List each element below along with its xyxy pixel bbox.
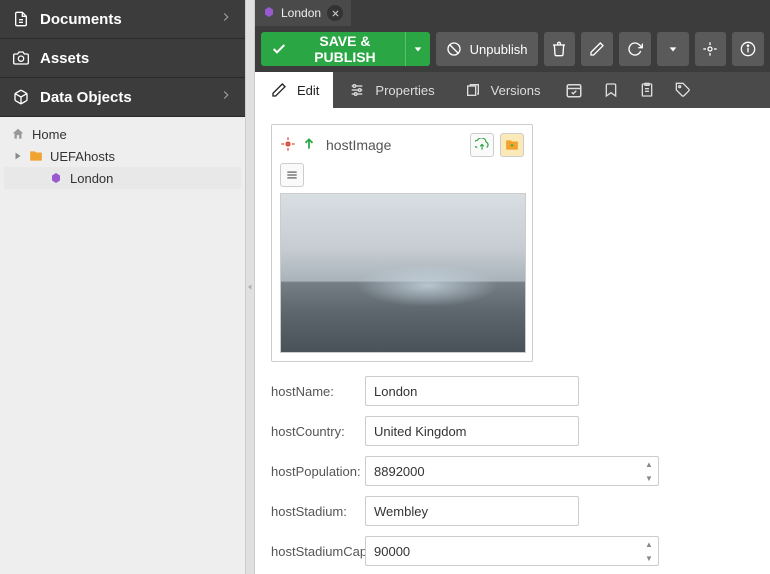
- save-publish-button[interactable]: SAVE & PUBLISH: [261, 32, 405, 66]
- image-menu-button[interactable]: [280, 163, 304, 187]
- subtab-tag[interactable]: [665, 72, 701, 108]
- spinner-down[interactable]: ▼: [640, 551, 658, 565]
- subtab-schedule[interactable]: [555, 72, 593, 108]
- field-label: hostPopulation:: [271, 464, 365, 479]
- tab-close-button[interactable]: [327, 5, 343, 21]
- toolbar: SAVE & PUBLISH Unpublish: [255, 26, 770, 72]
- home-icon: [10, 126, 26, 142]
- content-area: hostImage hostName: hostCount: [255, 108, 770, 574]
- subtab-label: Versions: [491, 83, 541, 98]
- main-area: London SAVE & PUBLISH Unpublish: [255, 0, 770, 574]
- tree-folder-uefahosts[interactable]: UEFAhosts: [4, 145, 241, 167]
- document-icon: [12, 10, 30, 28]
- tree-label: Home: [32, 127, 67, 142]
- camera-icon: [12, 49, 30, 67]
- image-preview[interactable]: [280, 193, 526, 353]
- nav-data-objects[interactable]: Data Objects: [0, 78, 245, 117]
- hostcountry-input[interactable]: [365, 416, 579, 446]
- field-label: hostName:: [271, 384, 365, 399]
- field-label: hostImage: [326, 137, 464, 153]
- info-button[interactable]: [732, 32, 764, 66]
- field-label: hostCountry:: [271, 424, 365, 439]
- reload-button[interactable]: [619, 32, 651, 66]
- subtab-label: Edit: [297, 83, 319, 98]
- sliders-icon: [347, 82, 367, 98]
- tree-item-london[interactable]: London: [4, 167, 241, 189]
- hoststadiumcap-input[interactable]: [365, 536, 659, 566]
- field-label: hostStadium:: [271, 504, 365, 519]
- hostpopulation-input[interactable]: [365, 456, 659, 486]
- tree-panel: Home UEFAhosts London: [0, 117, 245, 574]
- tab-title: London: [281, 6, 321, 20]
- folder-icon: [28, 148, 44, 164]
- nav-section: Documents Assets Data Objects: [0, 0, 245, 117]
- document-tabbar: London: [255, 0, 770, 26]
- cube-icon: [12, 88, 30, 106]
- button-label: Unpublish: [470, 42, 528, 57]
- folder-upload-button[interactable]: [500, 133, 524, 157]
- spinner-down[interactable]: ▼: [640, 471, 658, 485]
- arrow-right-icon: [219, 88, 233, 106]
- arrow-right-icon: [219, 10, 233, 28]
- collapse-icon[interactable]: [10, 148, 26, 164]
- nav-assets[interactable]: Assets: [0, 39, 245, 78]
- subtab-properties[interactable]: Properties: [333, 72, 448, 108]
- subtab-label: Properties: [375, 83, 434, 98]
- hostname-input[interactable]: [365, 376, 579, 406]
- object-icon: [48, 170, 64, 186]
- nav-documents[interactable]: Documents: [0, 0, 245, 39]
- document-tab-london[interactable]: London: [255, 0, 351, 26]
- hoststadium-input[interactable]: [365, 496, 579, 526]
- target-button[interactable]: [695, 32, 727, 66]
- object-icon: [263, 6, 275, 21]
- nav-label: Data Objects: [40, 89, 132, 106]
- more-dropdown[interactable]: [657, 32, 689, 66]
- collapse-handle[interactable]: [245, 0, 255, 574]
- delete-button[interactable]: [544, 32, 576, 66]
- button-label: SAVE & PUBLISH: [295, 33, 395, 65]
- pencil-icon: [269, 82, 289, 98]
- subtabs: Edit Properties Versions: [255, 72, 770, 108]
- subtab-versions[interactable]: Versions: [449, 72, 555, 108]
- tree-label: UEFAhosts: [50, 149, 115, 164]
- versions-icon: [463, 82, 483, 98]
- subtab-bookmark[interactable]: [593, 72, 629, 108]
- nav-label: Documents: [40, 11, 122, 28]
- upload-icon-button[interactable]: [470, 133, 494, 157]
- subtab-edit[interactable]: Edit: [255, 72, 333, 108]
- subtab-notes[interactable]: [629, 72, 665, 108]
- field-label: hostStadiumCap:: [271, 544, 365, 559]
- sidebar: Documents Assets Data Objects H: [0, 0, 245, 574]
- spinner-up[interactable]: ▲: [640, 537, 658, 551]
- hostimage-panel: hostImage: [271, 124, 533, 362]
- target-icon: [280, 136, 296, 155]
- tree-label: London: [70, 171, 113, 186]
- nav-label: Assets: [40, 50, 89, 67]
- rename-button[interactable]: [581, 32, 613, 66]
- save-publish-dropdown[interactable]: [405, 32, 430, 66]
- unpublish-button[interactable]: Unpublish: [436, 32, 538, 66]
- arrow-up-icon: [302, 137, 316, 154]
- spinner-up[interactable]: ▲: [640, 457, 658, 471]
- tree-root-home[interactable]: Home: [4, 123, 241, 145]
